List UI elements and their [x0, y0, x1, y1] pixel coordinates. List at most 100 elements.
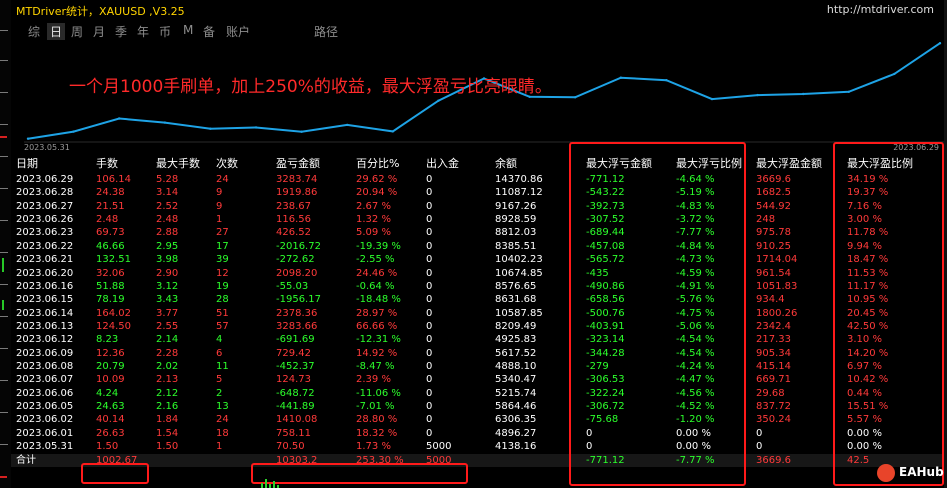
cell-flow: 0 [426, 387, 433, 399]
cell-flow: 0 [426, 267, 433, 279]
cell-flow: 0 [426, 360, 433, 372]
table-row[interactable]: 2023.06.27 21.51 2.52 9 238.67 2.67 % 0 9167.26… [11, 200, 944, 213]
tab-5[interactable]: 年 [137, 23, 149, 40]
cell-flow: 0 [426, 427, 433, 439]
cell-max-lots: 2.28 [156, 347, 179, 359]
cell-balance: 4138.16 [495, 441, 537, 452]
tab-0[interactable]: 综 [28, 23, 40, 40]
equity-point [72, 130, 75, 133]
total-fp: 3669.6 [756, 455, 791, 467]
cell-balance: 8385.51 [495, 240, 537, 252]
cell-pnl: 426.52 [276, 227, 311, 239]
cell-flow: 0 [426, 254, 433, 266]
cell-max-lots: 1.84 [156, 414, 179, 426]
cell-pct: -7.01 % [356, 400, 395, 412]
table-row[interactable]: 2023.06.15 78.19 3.43 28 -1956.17 -18.48 % 0 86… [11, 293, 944, 306]
header-balance[interactable]: 余额 [495, 157, 517, 170]
cell-max-lots: 3.43 [156, 294, 179, 306]
table-row[interactable]: 2023.06.22 46.66 2.95 17 -2016.72 -19.39 % 0 83… [11, 240, 944, 253]
table-row[interactable]: 2023.06.01 26.63 1.54 18 758.11 18.32 % 0 4896.… [11, 427, 944, 440]
site-link[interactable]: http://mtdriver.com [827, 3, 934, 16]
cell-date: 2023.06.05 [16, 400, 74, 412]
chart-start-date: 2023.05.31 [24, 143, 70, 152]
cell-flow: 0 [426, 240, 433, 252]
cell-lots: 69.73 [96, 227, 125, 239]
cell-max-float-profit: 3669.6 [756, 174, 791, 185]
cell-max-lots: 3.77 [156, 307, 179, 319]
table-row[interactable]: 2023.06.28 24.38 3.14 9 1919.86 20.94 % 0 11087… [11, 186, 944, 199]
scale-tick [0, 220, 8, 221]
table-row[interactable]: 2023.06.29 106.14 5.28 24 3283.74 29.62 % 0 143… [11, 173, 944, 186]
table-row[interactable]: 2023.06.20 32.06 2.90 12 2098.20 24.46 % 0 1067… [11, 267, 944, 280]
cell-balance: 11087.12 [495, 187, 543, 199]
cell-balance: 5340.47 [495, 374, 537, 386]
tab-4[interactable]: 季 [115, 23, 127, 40]
cell-pct: -12.31 % [356, 334, 401, 346]
table-row[interactable]: 2023.06.08 20.79 2.02 11 -452.37 -8.47 % 0 4888… [11, 360, 944, 373]
tab-7[interactable]: M [183, 23, 193, 37]
highlight-box-floating-profit-ratio [833, 142, 944, 486]
table-row[interactable]: 2023.06.14 164.02 3.77 51 2378.36 28.97 % 0 105… [11, 307, 944, 320]
cell-date: 2023.06.15 [16, 294, 74, 306]
cell-pct: 66.66 % [356, 320, 398, 332]
header-lots[interactable]: 手数 [96, 157, 118, 170]
tab-10[interactable]: 路径 [314, 23, 338, 40]
cell-max-float-profit: 905.34 [756, 347, 791, 359]
table-row[interactable]: 2023.05.31 1.50 1.50 1 70.50 1.73 % 5000 4138.1… [11, 440, 944, 453]
header-date[interactable]: 日期 [16, 157, 38, 170]
table-row[interactable]: 2023.06.02 40.14 1.84 24 1410.08 28.80 % 0 6306… [11, 413, 944, 426]
cell-date: 2023.06.27 [16, 200, 74, 212]
header-flow[interactable]: 出入金 [426, 157, 459, 170]
cell-balance: 14370.86 [495, 174, 543, 185]
table-row[interactable]: 2023.06.21 132.51 3.98 39 -272.62 -2.55 % 0 104… [11, 253, 944, 266]
table-row[interactable]: 2023.06.07 10.09 2.13 5 124.73 2.39 % 0 5340.47… [11, 373, 944, 386]
table-row[interactable]: 2023.06.16 51.88 3.12 19 -55.03 -0.64 % 0 8576.… [11, 280, 944, 293]
equity-point [346, 123, 349, 127]
eahub-logo-icon [877, 464, 895, 482]
cell-lots: 21.51 [96, 200, 125, 212]
table-row[interactable]: 2023.06.26 2.48 2.48 1 116.56 1.32 % 0 8928.59-… [11, 213, 944, 226]
table-row[interactable]: 2023.06.05 24.63 2.16 13 -441.89 -7.01 % 0 5864… [11, 400, 944, 413]
cell-balance: 4896.27 [495, 427, 537, 439]
equity-point [710, 97, 714, 101]
total-label: 合计 [16, 455, 36, 467]
table-row[interactable]: 2023.06.09 12.36 2.28 6 729.42 14.92 % 0 5617.5… [11, 347, 944, 360]
cell-balance: 5617.52 [495, 347, 537, 359]
equity-chart: 一个月1000手刷单，加上250%的收益，最大浮盈亏比亮眼睛。 2023.05.… [24, 40, 944, 152]
cell-max-float-profit: 837.72 [756, 400, 791, 412]
table-row[interactable]: 2023.06.06 4.24 2.12 2 -648.72 -11.06 % 0 5215.… [11, 387, 944, 400]
cell-pnl: 70.50 [276, 441, 305, 452]
highlight-box-total-lots [81, 463, 149, 484]
cell-pct: 14.92 % [356, 347, 398, 359]
table-row[interactable]: 2023.06.12 8.23 2.14 4 -691.69 -12.31 % 0 4925.… [11, 333, 944, 346]
cell-pnl: 116.56 [276, 214, 311, 225]
cell-lots: 164.02 [96, 307, 131, 319]
watermark-badge: EAHub [877, 463, 947, 483]
header-max-lots[interactable]: 最大手数 [156, 157, 200, 170]
tab-2[interactable]: 周 [71, 23, 83, 40]
tab-1[interactable]: 日 [47, 23, 66, 40]
cell-max-lots: 1.54 [156, 427, 179, 439]
cell-balance: 5864.46 [495, 400, 537, 412]
header-max-float-profit[interactable]: 最大浮盈金额 [756, 157, 822, 170]
cell-flow: 0 [426, 174, 433, 185]
header-pnl[interactable]: 盈亏金额 [276, 157, 320, 170]
table-row[interactable]: 2023.06.23 69.73 2.88 27 426.52 5.09 % 0 8812.0… [11, 226, 944, 239]
cell-count: 4 [216, 334, 223, 346]
cell-lots: 20.79 [96, 360, 125, 372]
cell-date: 2023.06.13 [16, 320, 74, 332]
tab-6[interactable]: 币 [159, 23, 171, 40]
cell-count: 6 [216, 347, 223, 359]
cell-pct: 1.73 % [356, 441, 391, 452]
cell-pnl: 1410.08 [276, 414, 318, 426]
cell-date: 2023.06.29 [16, 174, 74, 185]
cell-pnl: -272.62 [276, 254, 315, 266]
header-pct[interactable]: 百分比% [356, 157, 399, 170]
tab-3[interactable]: 月 [93, 23, 105, 40]
cell-count: 18 [216, 427, 229, 439]
tab-8[interactable]: 备 [203, 23, 215, 40]
cell-pnl: 1919.86 [276, 187, 318, 199]
tab-9[interactable]: 账户 [226, 23, 250, 40]
table-row[interactable]: 2023.06.13 124.50 2.55 57 3283.66 66.66 % 0 820… [11, 320, 944, 333]
header-count[interactable]: 次数 [216, 157, 238, 170]
